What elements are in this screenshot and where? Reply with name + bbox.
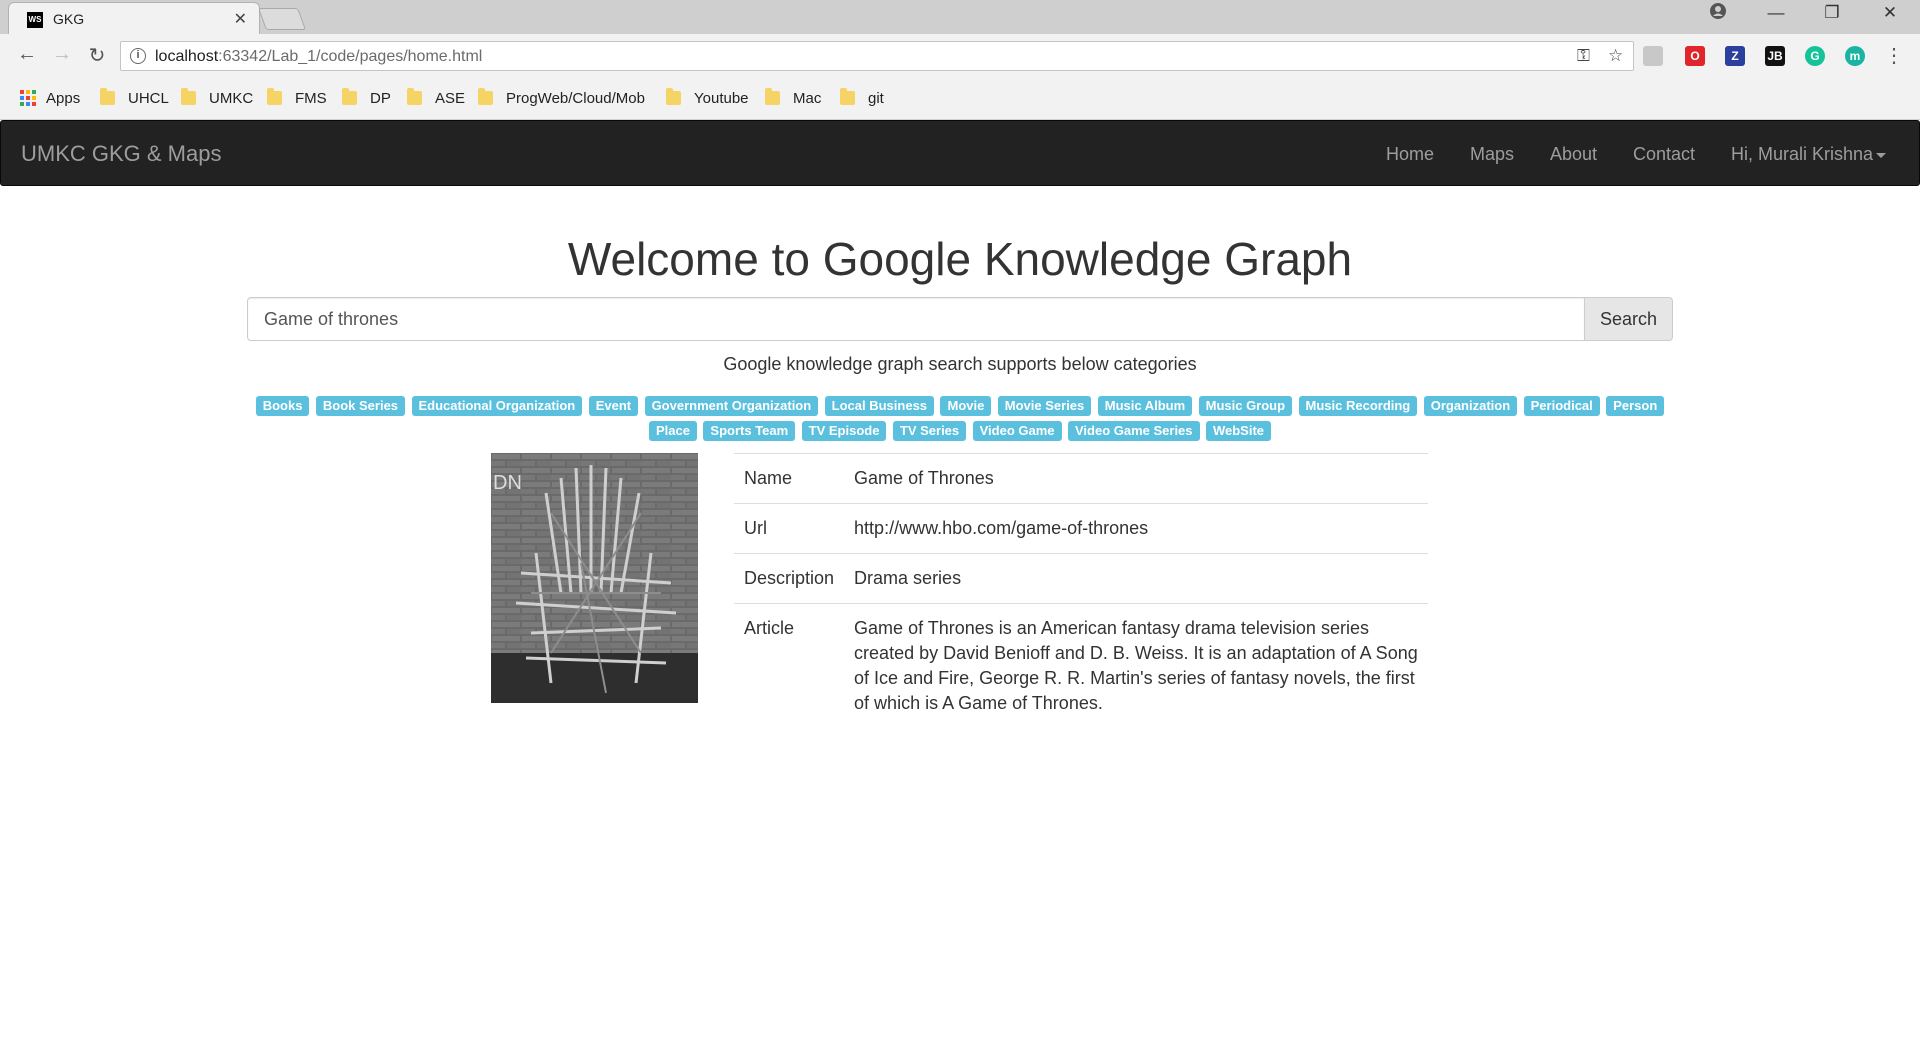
- table-row: Description Drama series: [734, 553, 1428, 604]
- result-table: Name Game of Thrones Url http://www.hbo.…: [734, 453, 1428, 728]
- category-label[interactable]: Book Series: [315, 396, 406, 416]
- page-title: Welcome to Google Knowledge Graph: [567, 233, 1353, 285]
- bookmark-folder[interactable]: ASE: [407, 88, 465, 108]
- bookmark-folder[interactable]: git: [840, 88, 884, 108]
- nav-link-home[interactable]: Home: [1386, 144, 1434, 165]
- bookmark-folder[interactable]: Youtube: [666, 88, 749, 108]
- search-button[interactable]: Search: [1585, 297, 1673, 341]
- category-label[interactable]: Books: [255, 396, 310, 416]
- url-text: localhost:63342/Lab_1/code/pages/home.ht…: [155, 48, 483, 65]
- search-group: Search: [247, 297, 1673, 341]
- address-bar[interactable]: i localhost:63342/Lab_1/code/pages/home.…: [120, 41, 1634, 71]
- category-label[interactable]: Movie: [940, 396, 992, 416]
- folder-icon: [407, 88, 422, 105]
- category-label[interactable]: Government Organization: [644, 396, 819, 416]
- nav-link-contact[interactable]: Contact: [1633, 144, 1695, 165]
- result-key: Name: [734, 453, 845, 504]
- pdf-extension-icon[interactable]: [1643, 46, 1663, 66]
- category-label[interactable]: Educational Organization: [411, 396, 583, 416]
- category-label[interactable]: Periodical: [1523, 396, 1600, 416]
- window-close-icon[interactable]: ✕: [1870, 3, 1910, 23]
- category-label[interactable]: Movie Series: [997, 396, 1092, 416]
- grammarly-extension-icon[interactable]: G: [1805, 46, 1825, 66]
- nav-link-about[interactable]: About: [1550, 144, 1597, 165]
- new-tab-button[interactable]: [257, 8, 307, 30]
- profile-icon[interactable]: [1698, 3, 1738, 24]
- folder-icon: [181, 88, 196, 105]
- tab-close-icon[interactable]: ✕: [234, 9, 247, 29]
- category-label[interactable]: TV Series: [892, 421, 967, 441]
- nav-link-maps[interactable]: Maps: [1470, 144, 1514, 165]
- chrome-menu-icon[interactable]: ⋮: [1884, 43, 1904, 68]
- result-value: http://www.hbo.com/game-of-thrones: [844, 503, 1428, 554]
- tab-title: GKG: [53, 11, 85, 27]
- navbar-brand[interactable]: UMKC GKG & Maps: [21, 141, 221, 167]
- forward-arrow-icon[interactable]: →: [49, 43, 75, 66]
- folder-icon: [478, 88, 493, 105]
- jetbrains-extension-icon[interactable]: JB: [1765, 46, 1785, 66]
- table-row: Url http://www.hbo.com/game-of-thrones: [734, 503, 1428, 554]
- folder-icon: [765, 88, 780, 105]
- caret-down-icon: [1876, 152, 1887, 158]
- category-label[interactable]: WebSite: [1205, 421, 1272, 441]
- user-dropdown[interactable]: Hi, Murali Krishna: [1731, 144, 1887, 165]
- site-navbar: UMKC GKG & Maps Home Maps About Contact …: [0, 120, 1920, 186]
- result-key: Url: [734, 503, 845, 554]
- svg-text:DN: DN: [493, 472, 522, 494]
- folder-icon: [840, 88, 855, 105]
- result-value: Game of Thrones is an American fantasy d…: [844, 603, 1428, 728]
- category-label[interactable]: Sports Team: [703, 421, 796, 441]
- result-key: Description: [734, 553, 845, 604]
- category-label[interactable]: Local Business: [824, 396, 935, 416]
- category-labels: Books Book Series Educational Organizati…: [247, 393, 1673, 443]
- category-label[interactable]: Music Recording: [1298, 396, 1418, 416]
- reload-icon[interactable]: ↻: [84, 43, 110, 68]
- bookmark-star-icon[interactable]: ☆: [1608, 46, 1623, 66]
- browser-tab[interactable]: WS GKG ✕: [8, 2, 260, 34]
- mixmax-extension-icon[interactable]: m: [1845, 46, 1865, 66]
- back-arrow-icon[interactable]: ←: [14, 43, 40, 66]
- folder-icon: [100, 88, 115, 105]
- result-key: Article: [734, 603, 845, 728]
- bookmark-folder[interactable]: DP: [342, 88, 391, 108]
- bookmark-folder[interactable]: UHCL: [100, 88, 169, 108]
- category-label[interactable]: Place: [648, 421, 697, 441]
- key-icon[interactable]: ⚿: [1577, 46, 1590, 66]
- info-icon[interactable]: i: [130, 48, 146, 64]
- bookmark-folder[interactable]: UMKC: [181, 88, 253, 108]
- categories-subtitle: Google knowledge graph search supports b…: [723, 354, 1197, 374]
- folder-icon: [342, 88, 357, 105]
- search-input[interactable]: [247, 297, 1585, 341]
- category-label[interactable]: TV Episode: [801, 421, 887, 441]
- category-label[interactable]: Video Game: [972, 421, 1062, 441]
- folder-icon: [666, 88, 681, 105]
- table-row: Name Game of Thrones: [734, 453, 1428, 504]
- table-row: Article Game of Thrones is an American f…: [734, 603, 1428, 728]
- result-value: Game of Thrones: [844, 453, 1428, 504]
- category-label[interactable]: Event: [588, 396, 639, 416]
- category-label[interactable]: Person: [1606, 396, 1665, 416]
- browser-tab-strip: WS GKG ✕ — ❐ ✕: [0, 0, 1920, 34]
- bookmark-folder[interactable]: ProgWeb/Cloud/Mob: [478, 88, 648, 108]
- restore-icon[interactable]: ❐: [1812, 3, 1852, 23]
- category-label[interactable]: Organization: [1423, 396, 1518, 416]
- bookmark-folder[interactable]: Mac: [765, 88, 821, 108]
- webstorm-favicon-icon: WS: [27, 12, 43, 28]
- folder-icon: [267, 88, 282, 105]
- opera-extension-icon[interactable]: O: [1685, 46, 1705, 66]
- category-label[interactable]: Music Album: [1097, 396, 1193, 416]
- browser-toolbar: ← → ↻ i localhost:63342/Lab_1/code/pages…: [0, 34, 1920, 78]
- result-image: DN: [491, 453, 698, 703]
- bookmark-folder[interactable]: FMS: [267, 88, 327, 108]
- result-value: Drama series: [844, 553, 1428, 604]
- bookmark-apps[interactable]: Apps: [20, 88, 80, 108]
- bookmarks-bar: Apps UHCL UMKC FMS DP ASE ProgWeb/Cloud/…: [0, 78, 1920, 120]
- minimize-icon[interactable]: —: [1756, 3, 1796, 23]
- category-label[interactable]: Video Game Series: [1067, 421, 1200, 441]
- apps-grid-icon: [20, 90, 36, 106]
- zotero-extension-icon[interactable]: Z: [1725, 46, 1745, 66]
- category-label[interactable]: Music Group: [1198, 396, 1293, 416]
